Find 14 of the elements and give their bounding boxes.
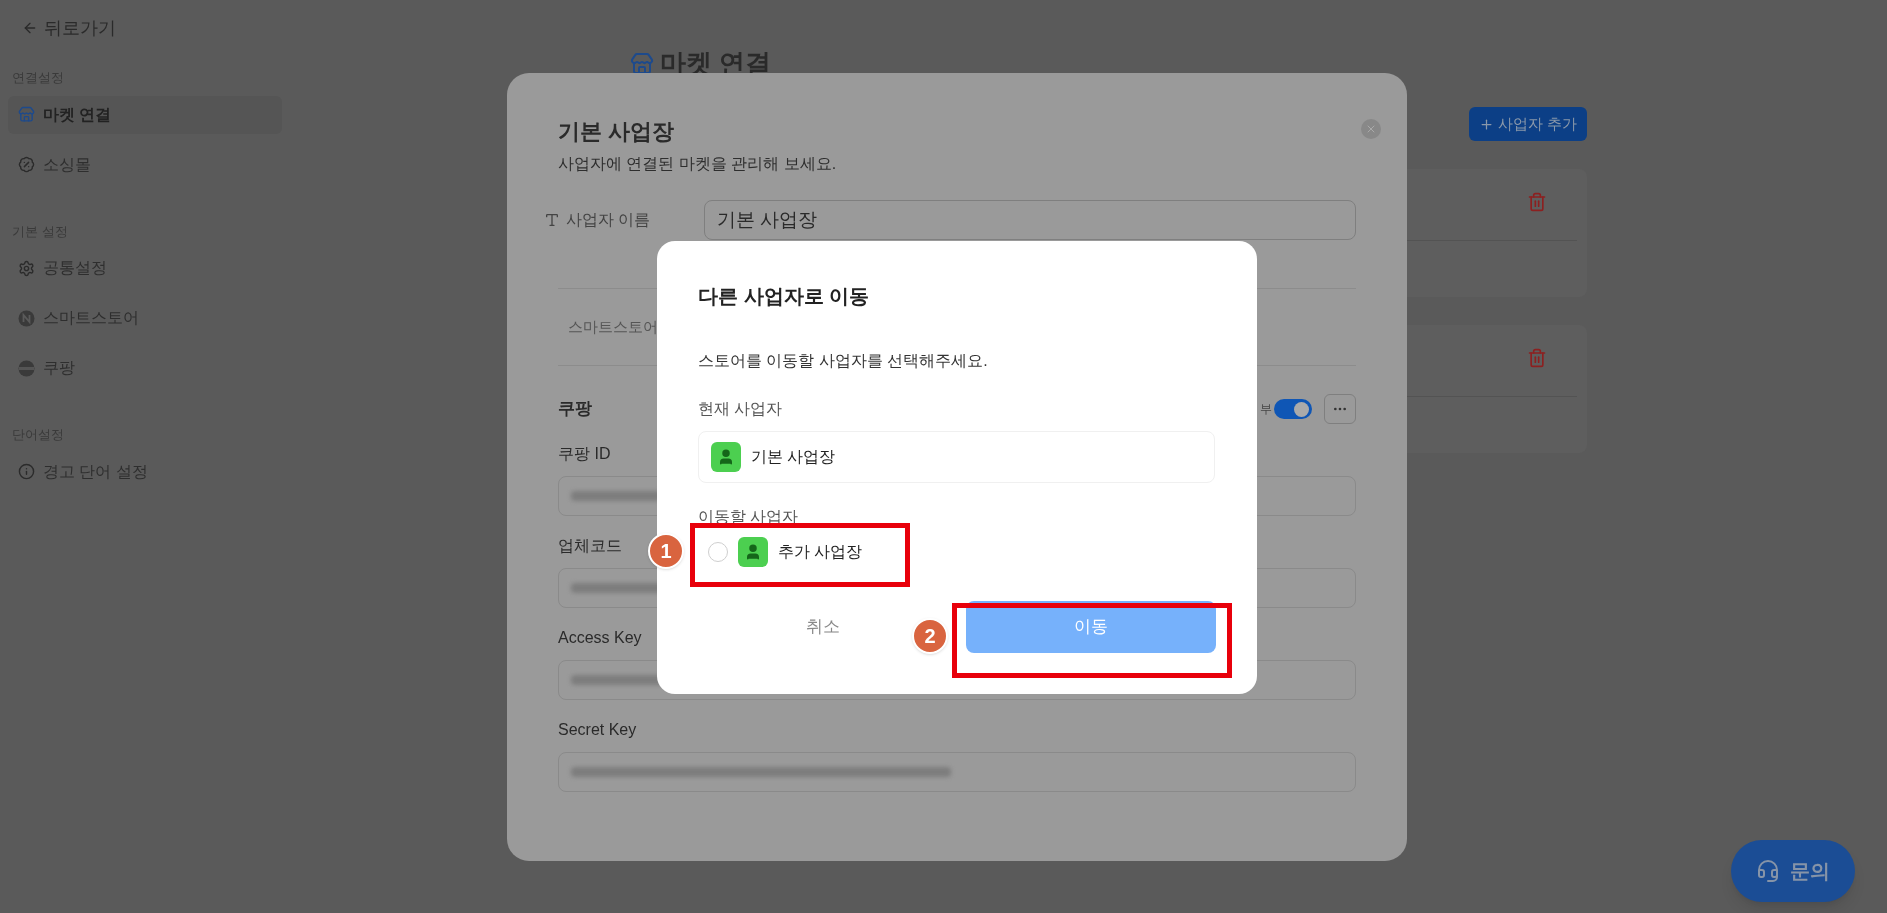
section-label: 현재 사업자 — [698, 399, 784, 419]
field-label: 쿠팡 ID — [558, 444, 611, 464]
market-name: 쿠팡 — [558, 398, 592, 421]
toggle-label: 부 — [1260, 401, 1272, 418]
field-label: 업체코드 — [558, 536, 622, 556]
field-label: 사업자 이름 — [566, 210, 652, 230]
field-label: Access Key — [558, 628, 642, 648]
business-name: 추가 사업장 — [778, 542, 863, 562]
field-label: Secret Key — [558, 720, 637, 740]
business-name: 기본 사업장 — [751, 447, 836, 467]
dialog-title: 다른 사업자로 이동 — [698, 284, 871, 309]
modal-title: 기본 사업장 — [558, 118, 675, 146]
dialog-description: 스토어를 이동할 사업자를 선택해주세요. — [698, 351, 989, 371]
modal-subtitle: 사업자에 연결된 마켓을 관리해 보세요. — [558, 154, 838, 174]
